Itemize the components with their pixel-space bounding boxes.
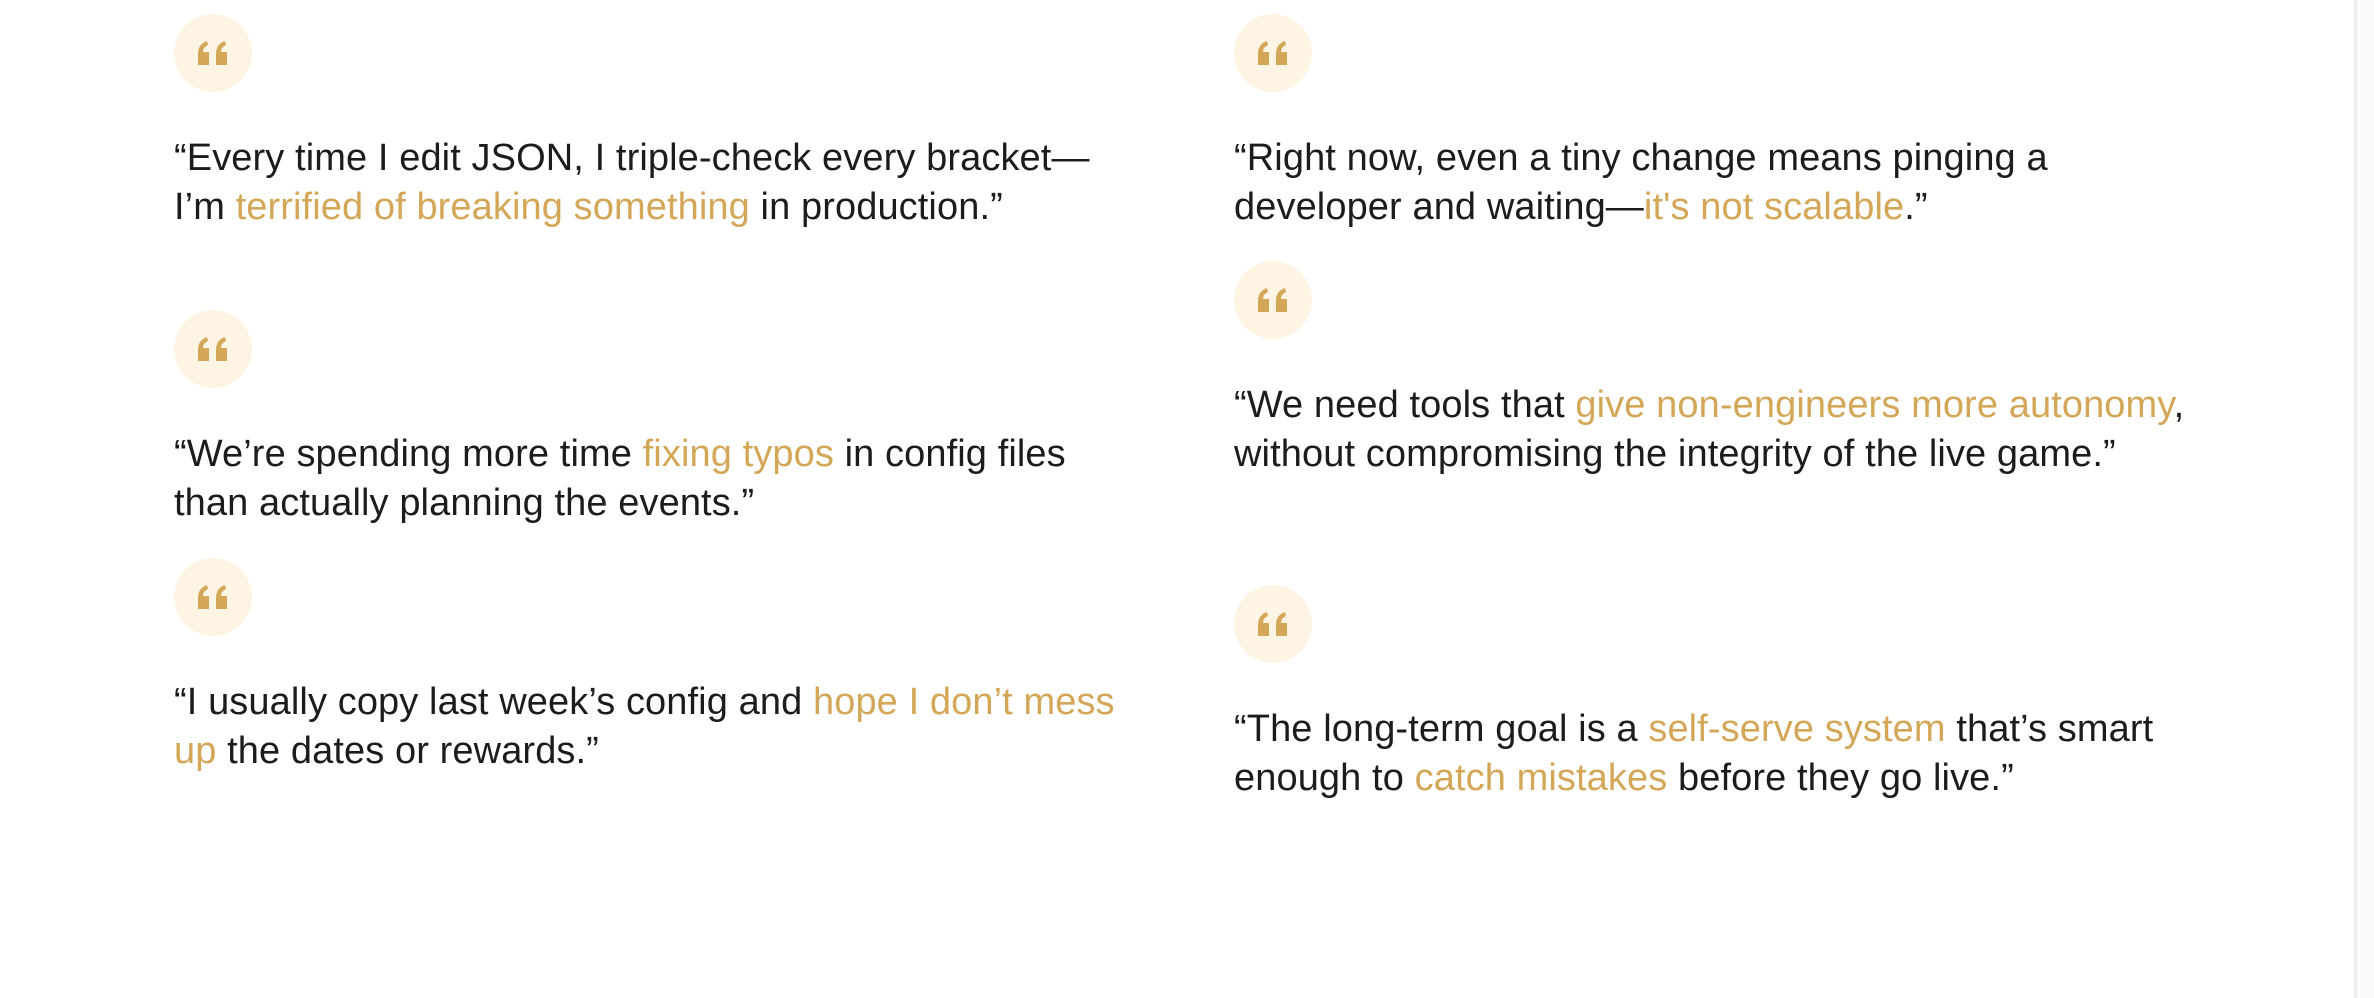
quote-text: “We need tools that give non-engineers m…: [1234, 381, 2194, 479]
quote-card-2: “We’re spending more time fixing typos i…: [174, 310, 1134, 528]
quote-segment: “We need tools that: [1234, 384, 1576, 426]
quote-glyph: [198, 337, 227, 361]
quote-highlight: self-serve system: [1648, 708, 1946, 750]
quote-segment: in production.”: [749, 186, 1003, 228]
quote-icon: [174, 310, 252, 388]
quote-segment: “We’re spending more time: [174, 433, 643, 475]
quote-glyph: [1258, 41, 1287, 65]
quote-icon: [174, 14, 252, 92]
quote-segment: “I usually copy last week’s config and: [174, 681, 813, 723]
quote-icon: [1234, 14, 1312, 92]
quote-segment: the dates or rewards.”: [216, 730, 599, 772]
quote-icon: [174, 558, 252, 636]
quote-segment: “The long-term goal is a: [1234, 708, 1649, 750]
quote-segment: .”: [1904, 186, 1928, 228]
quote-card-6: “The long-term goal is a self-serve syst…: [1234, 585, 2194, 803]
quote-text: “Right now, even a tiny change means pin…: [1234, 134, 2194, 232]
quote-text: “Every time I edit JSON, I triple-check …: [174, 134, 1134, 232]
quote-highlight: fixing typos: [642, 433, 834, 475]
quote-glyph: [1258, 612, 1287, 636]
quote-card-4: “Right now, even a tiny change means pin…: [1234, 14, 2194, 232]
quote-segment: before they go live.”: [1667, 757, 2014, 799]
quote-card-5: “We need tools that give non-engineers m…: [1234, 261, 2194, 479]
vertical-scrollbar[interactable]: [2354, 0, 2374, 998]
quote-card-1: “Every time I edit JSON, I triple-check …: [174, 14, 1134, 232]
quote-icon: [1234, 261, 1312, 339]
quote-text: “The long-term goal is a self-serve syst…: [1234, 705, 2194, 803]
quote-text: “We’re spending more time fixing typos i…: [174, 430, 1134, 528]
quote-highlight: terrified of breaking something: [235, 186, 750, 228]
quote-card-3: “I usually copy last week’s config and h…: [174, 558, 1134, 776]
quote-glyph: [198, 41, 227, 65]
quote-highlight: catch mistakes: [1414, 757, 1668, 799]
quote-highlight: give non-engineers more autonomy: [1575, 384, 2174, 426]
quote-icon: [1234, 585, 1312, 663]
quote-text: “I usually copy last week’s config and h…: [174, 678, 1134, 776]
quote-glyph: [1258, 288, 1287, 312]
quote-highlight: it's not scalable: [1643, 186, 1905, 228]
quote-glyph: [198, 585, 227, 609]
